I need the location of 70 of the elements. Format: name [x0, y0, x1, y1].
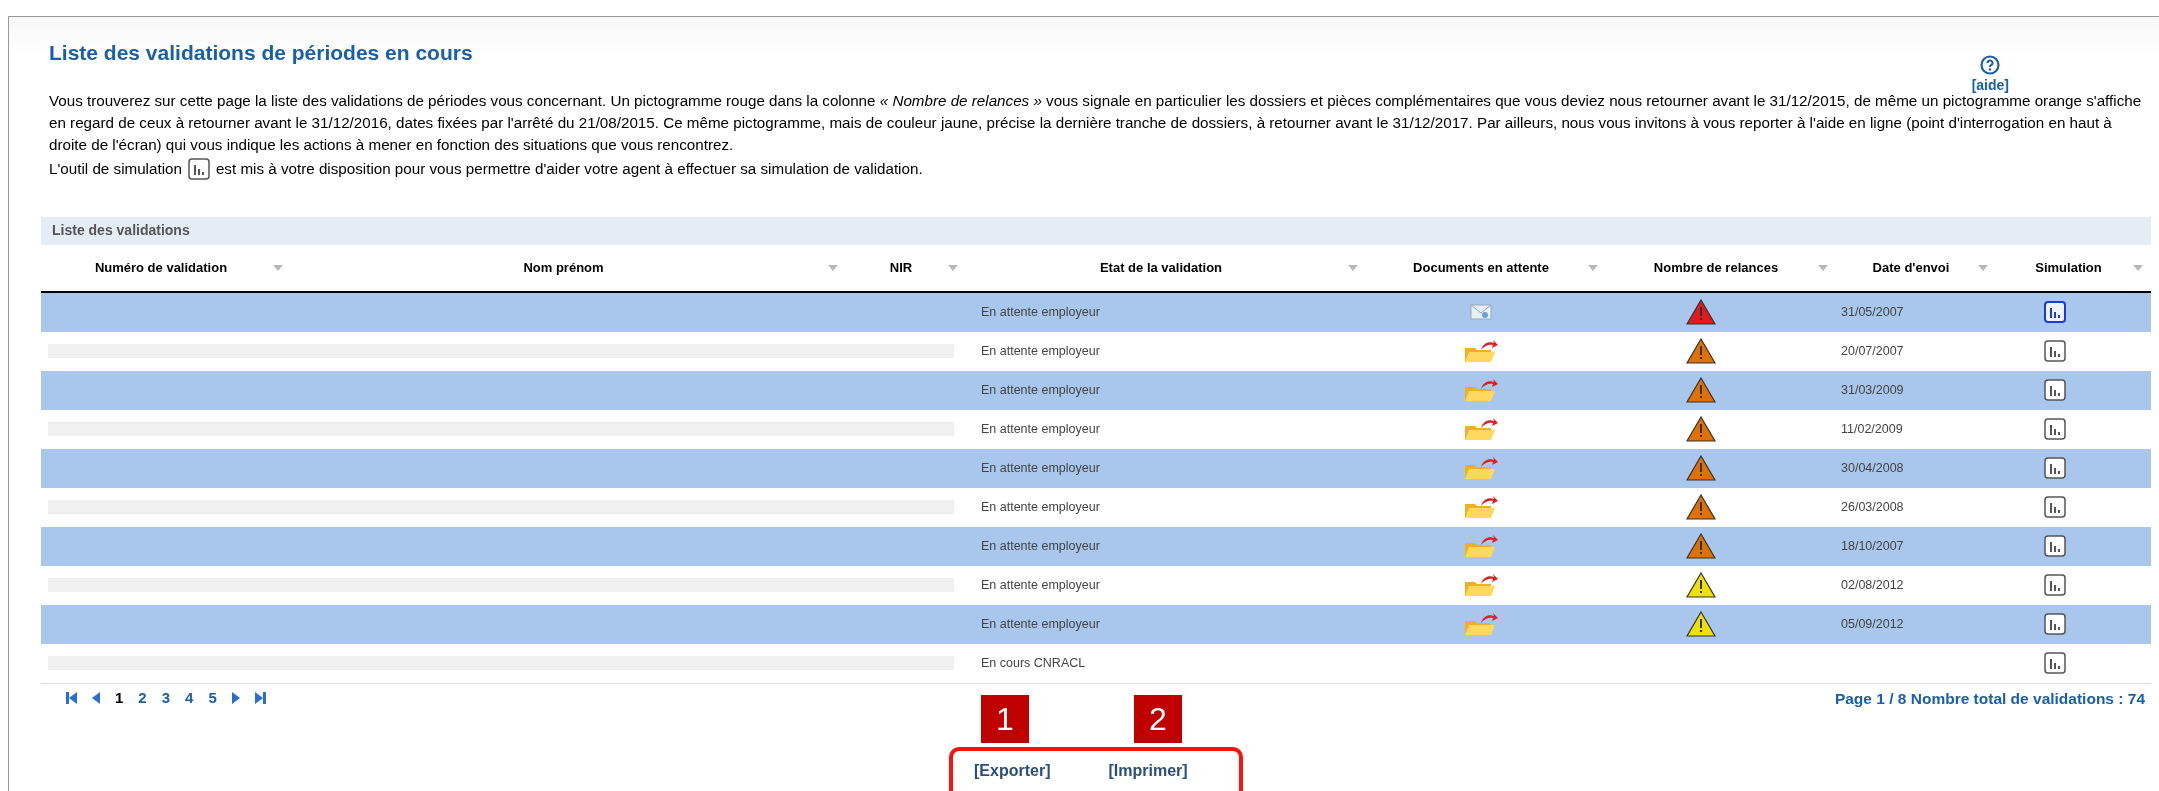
table-title-bar: Liste des validations [41, 216, 2151, 245]
column-header[interactable]: Date d'envoi [1872, 260, 1950, 276]
table-cell: En attente employeur [981, 382, 1100, 397]
callout-badge: 2 [1134, 695, 1182, 743]
table-row[interactable]: En attente employeur 18/10/2007 [41, 526, 2151, 566]
table-cell: 20/07/2007 [1841, 343, 1904, 358]
help-icon[interactable] [1980, 55, 2001, 75]
column-header[interactable]: NIR [889, 260, 913, 276]
folder-icon[interactable] [1463, 611, 1499, 638]
page-link[interactable]: 3 [161, 687, 171, 710]
table-cell: En attente employeur [981, 343, 1100, 358]
column-header[interactable]: Nombre de relances [1653, 260, 1779, 276]
table-row[interactable]: En attente employeur 31/03/2009 [41, 370, 2151, 410]
table-cell: 31/03/2009 [1841, 382, 1904, 397]
column-header[interactable]: Numéro de validation [94, 260, 228, 276]
table-cell: En attente employeur [981, 421, 1100, 436]
page-title: Liste des validations de périodes en cours [49, 40, 473, 66]
chart-icon[interactable] [2044, 613, 2066, 636]
page-link[interactable]: 5 [208, 687, 217, 710]
folder-icon[interactable] [1463, 455, 1499, 482]
table-row[interactable]: En attente employeur 05/09/2012 [41, 604, 2151, 644]
table-cell: 18/10/2007 [1841, 538, 1904, 553]
chart-icon[interactable] [2044, 418, 2066, 441]
chart-icon[interactable] [2044, 301, 2066, 324]
next-page-icon[interactable] [231, 692, 240, 705]
column-header[interactable]: Simulation [2035, 260, 2102, 276]
action-link[interactable]: [Exporter] [974, 759, 1051, 783]
last-page-icon[interactable] [254, 692, 267, 705]
column-header[interactable]: Etat de la validation [1099, 260, 1223, 276]
folder-icon[interactable] [1463, 416, 1499, 443]
chart-icon[interactable] [2044, 457, 2066, 480]
folder-icon[interactable] [1463, 533, 1499, 560]
folder-icon[interactable] [1463, 494, 1499, 521]
first-page-icon[interactable] [65, 692, 77, 705]
page-link[interactable]: 1 [115, 687, 124, 710]
table-cell: 05/09/2012 [1841, 616, 1904, 631]
chart-icon[interactable] [187, 158, 210, 181]
pagination-info: Page 1 / 8 Nombre total de validations : 74 [1834, 688, 2145, 709]
simulation-note: L'outil de simulation [49, 159, 182, 179]
table-cell: 11/02/2009 [1841, 421, 1903, 436]
chart-icon[interactable] [2044, 496, 2066, 519]
column-header[interactable]: Documents en attente [1413, 260, 1549, 276]
action-link[interactable]: [Imprimer] [1108, 759, 1188, 783]
table-cell: En attente employeur [981, 577, 1100, 592]
table-cell: En cours CNRACL [981, 655, 1086, 670]
simulation-note: est mis à votre disposition pour vous permettre d'aider votre agent à effectuer sa simulation de validation. [215, 159, 923, 179]
table-cell: En attente employeur [981, 460, 1100, 475]
previous-page-icon[interactable] [92, 692, 100, 705]
table-cell: En attente employeur [981, 304, 1100, 319]
chart-icon[interactable] [2044, 574, 2066, 597]
callout-badge: 1 [981, 695, 1029, 743]
table-cell: 31/05/2007 [1841, 304, 1904, 319]
table-row[interactable]: En attente employeur 30/04/2008 [41, 448, 2151, 488]
table-cell: 30/04/2008 [1841, 460, 1904, 475]
folder-icon[interactable] [1463, 377, 1499, 404]
chart-icon[interactable] [2044, 652, 2066, 675]
folder-icon[interactable] [1463, 572, 1499, 599]
chart-icon[interactable] [2044, 379, 2066, 402]
table-cell: 26/03/2008 [1841, 499, 1904, 514]
page-link[interactable]: 4 [185, 687, 194, 710]
chart-icon[interactable] [2044, 535, 2066, 558]
table-cell: En attente employeur [981, 499, 1100, 514]
table-row[interactable]: En attente employeur 31/05/2007 [41, 292, 2151, 332]
column-header[interactable]: Nom prénom [523, 260, 604, 276]
folder-icon[interactable] [1463, 338, 1499, 365]
table-cell: 02/08/2012 [1841, 577, 1904, 592]
table-cell: En attente employeur [981, 616, 1100, 631]
chart-icon[interactable] [2044, 340, 2066, 363]
page-link[interactable]: 2 [138, 687, 147, 710]
table-cell: En attente employeur [981, 538, 1100, 553]
